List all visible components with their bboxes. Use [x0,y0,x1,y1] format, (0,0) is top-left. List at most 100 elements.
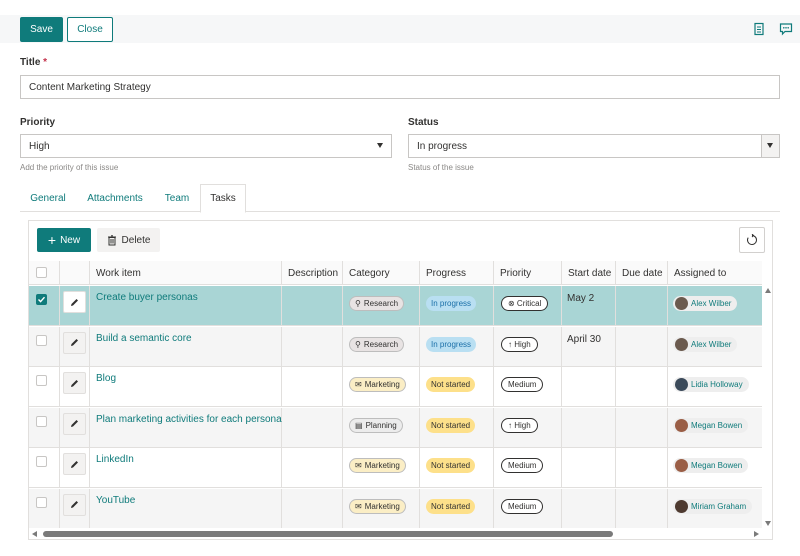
work-item-link[interactable]: LinkedIn [96,454,134,465]
grid-cell [419,407,420,448]
delete-button[interactable]: Delete [97,228,160,252]
category-tag: ✉ Marketing [349,377,406,392]
tab-attachments[interactable]: Attachments [80,184,150,212]
progress-badge: Not started [426,458,476,473]
comment-icon[interactable] [779,22,793,36]
row-checkbox[interactable] [36,334,47,346]
table-row[interactable]: Blog ✉ Marketing Not started Medium Lidia Hol… [29,367,762,407]
avatar [675,378,688,391]
select-all-cell [29,261,59,285]
vertical-scrollbar[interactable] [762,285,772,529]
pencil-icon [71,460,78,468]
refresh-button[interactable] [739,227,765,253]
scroll-right-icon[interactable] [754,531,759,537]
title-label: Title * [20,57,47,68]
assignee-chip[interactable]: Alex Wilber [673,296,738,311]
grid-cell [493,367,494,407]
grid-cell [59,326,60,367]
work-item-link[interactable]: Create buyer personas [96,292,198,303]
grid-header: Work item Description Category Progress … [29,261,762,285]
edit-button[interactable] [63,453,86,475]
assignee-name: Megan Bowen [691,420,743,430]
grid-cell [59,367,60,407]
assignee-chip[interactable]: Megan Bowen [673,417,749,433]
grid-cell [89,286,90,326]
close-button[interactable]: Close [67,17,113,42]
grid-cell [561,407,562,448]
column-work-item[interactable]: Work item [89,261,281,285]
category-tag: ⚲ Research [349,296,405,311]
grid-cell [493,286,494,326]
column-progress[interactable]: Progress [419,261,493,285]
column-due-date[interactable]: Due date [615,261,667,285]
column-category[interactable]: Category [342,261,419,285]
grid-cell [419,367,420,407]
edit-button[interactable] [63,291,86,313]
work-item-link[interactable]: Blog [96,373,116,384]
grid-cell [561,286,562,326]
edit-button[interactable] [63,372,86,394]
scrollbar-thumb[interactable] [43,531,613,537]
grid-cell [89,448,90,488]
new-button[interactable]: + New [37,228,91,252]
row-checkbox[interactable] [36,375,47,386]
grid-cell [667,488,668,529]
new-label: New [60,234,81,246]
refresh-icon [747,234,757,245]
grid-cell [615,407,616,448]
select-all-checkbox[interactable] [36,267,47,278]
table-row[interactable]: Create buyer personas ⚲ Research In progres… [29,286,762,326]
row-checkbox[interactable] [36,496,47,508]
work-item-link[interactable]: YouTube [96,495,135,506]
avatar [675,499,688,513]
scroll-left-icon[interactable] [32,531,37,537]
column-priority[interactable]: Priority [493,261,561,285]
save-button[interactable]: Save [20,17,63,42]
table-row[interactable]: Plan marketing activities for each perso… [29,407,762,448]
assignee-chip[interactable]: Megan Bowen [673,458,749,473]
table-row[interactable]: LinkedIn ✉ Marketing Not started Medium Megan… [29,448,762,488]
column-description[interactable]: Description [281,261,342,285]
column-start-date[interactable]: Start date [561,261,615,285]
category-icon: ⚲ [355,339,361,349]
grid-cell [667,326,668,367]
priority-badge: Medium [501,377,544,392]
work-item-link[interactable]: Plan marketing activities for each perso… [96,414,282,425]
tab-general[interactable]: General [20,184,76,212]
progress-badge: Not started [426,377,476,392]
grid-cell [667,448,668,488]
priority-dropdown[interactable]: High [20,134,392,158]
grid-cell [419,448,420,488]
row-checkbox[interactable] [36,294,47,305]
tab-tasks[interactable]: Tasks [200,184,246,213]
document-icon[interactable] [752,22,766,36]
scroll-down-icon[interactable] [765,521,771,526]
delete-label: Delete [121,234,151,246]
assignee-chip[interactable]: Alex Wilber [673,336,738,352]
start-date: May 2 [567,293,595,304]
work-item-link[interactable]: Build a semantic core [96,333,192,344]
horizontal-scrollbar[interactable] [29,528,762,539]
assignee-chip[interactable]: Miriam Graham [673,498,753,514]
scroll-up-icon[interactable] [765,288,771,293]
column-assigned-to[interactable]: Assigned to [667,261,762,285]
edit-button[interactable] [63,331,86,354]
priority-value: High [29,140,50,152]
table-row[interactable]: Build a semantic core ⚲ Research In progres… [29,326,762,367]
assignee-name: Alex Wilber [691,339,732,349]
edit-button[interactable] [63,412,86,435]
row-checkbox[interactable] [36,415,47,427]
assignee-chip[interactable]: Lidia Holloway [673,377,749,392]
tab-team[interactable]: Team [156,184,198,212]
category-label: Marketing [364,380,400,389]
progress-badge: In progress [426,296,477,311]
category-icon: ✉ [355,380,362,389]
pencil-icon [71,339,78,346]
grid-cell [59,286,60,326]
status-dropdown[interactable]: In progress [408,134,780,158]
row-checkbox[interactable] [36,456,47,467]
table-row[interactable]: YouTube ✉ Marketing Not started Medium Miriam… [29,488,762,529]
title-label-text: Title [20,57,41,68]
edit-button[interactable] [63,493,86,516]
title-input[interactable]: Content Marketing Strategy [20,75,780,99]
